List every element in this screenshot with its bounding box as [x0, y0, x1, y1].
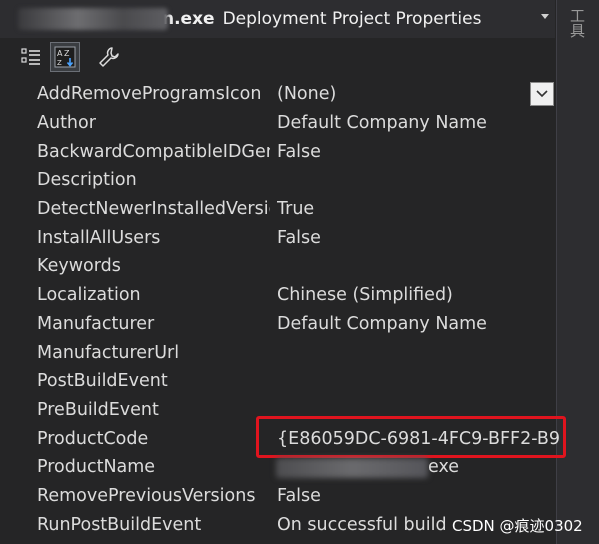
property-name: ProductName — [37, 457, 156, 478]
icon-dropdown-button[interactable] — [530, 82, 554, 106]
property-name: Keywords — [37, 256, 121, 277]
blurred-product-name — [276, 458, 428, 478]
property-name: Manufacturer — [37, 313, 155, 334]
product-name-suffix: exe — [428, 457, 460, 477]
property-name: BackwardCompatibleIDGeneration — [37, 141, 270, 162]
property-row[interactable]: Keywords — [30, 252, 558, 281]
property-row[interactable]: AddRemoveProgramsIcon (None) — [30, 80, 558, 109]
project-name-suffix: n.exe — [162, 9, 215, 29]
property-value[interactable]: False — [277, 228, 559, 248]
property-value[interactable]: Default Company Name — [277, 113, 559, 133]
svg-text:Z: Z — [57, 59, 62, 67]
categorized-button[interactable] — [16, 42, 46, 72]
property-name: InstallAllUsers — [37, 227, 161, 248]
property-name: Author — [37, 113, 96, 134]
csdn-watermark: CSDN @痕迹0302 — [452, 517, 583, 535]
product-code-highlight — [256, 416, 566, 458]
side-tool-label[interactable]: 工具 — [566, 8, 588, 38]
property-value[interactable]: Default Company Name — [277, 314, 559, 334]
property-name: Localization — [37, 285, 141, 306]
property-value[interactable]: True — [277, 199, 559, 219]
property-row[interactable]: Manufacturer Default Company Name — [30, 310, 558, 339]
property-value[interactable]: Chinese (Simplified) — [277, 285, 559, 305]
svg-text:Z: Z — [64, 49, 70, 58]
property-row[interactable]: PostBuildEvent — [30, 367, 558, 396]
properties-toolbar: A Z Z — [0, 38, 555, 78]
property-name: Description — [37, 170, 137, 191]
property-row[interactable]: Author Default Company Name — [30, 109, 558, 138]
property-value[interactable]: (None) — [277, 84, 559, 104]
alphabetical-button[interactable]: A Z Z — [50, 42, 80, 72]
property-row[interactable]: RemovePreviousVersions False — [30, 482, 558, 511]
property-row[interactable]: ManufacturerUrl — [30, 338, 558, 367]
panel-title: Deployment Project Properties — [222, 9, 482, 29]
alphabetical-icon: A Z Z — [54, 46, 76, 68]
property-name: AddRemoveProgramsIcon — [37, 84, 262, 105]
property-row[interactable]: Description — [30, 166, 558, 195]
property-row[interactable]: DetectNewerInstalledVersion True — [30, 195, 558, 224]
property-pages-button[interactable] — [94, 42, 124, 72]
property-name: ProductCode — [37, 428, 149, 449]
property-row[interactable]: InstallAllUsers False — [30, 223, 558, 252]
object-selector-dropdown-icon[interactable] — [541, 14, 549, 19]
property-name: RemovePreviousVersions — [37, 485, 256, 506]
side-tool-strip[interactable] — [556, 0, 599, 544]
property-name: PostBuildEvent — [37, 371, 168, 392]
property-name: DetectNewerInstalledVersion — [37, 199, 270, 220]
property-value[interactable]: False — [277, 486, 559, 506]
property-row[interactable]: BackwardCompatibleIDGeneration False — [30, 137, 558, 166]
categorized-icon — [21, 48, 40, 65]
property-name: ManufacturerUrl — [37, 342, 180, 363]
properties-title-bar: n.exe Deployment Project Properties — [0, 0, 555, 38]
property-name: PreBuildEvent — [37, 399, 159, 420]
wrench-icon — [99, 47, 119, 67]
chevron-down-icon — [536, 90, 548, 98]
blurred-project-name — [18, 8, 168, 30]
svg-text:A: A — [57, 49, 63, 58]
property-row[interactable]: Localization Chinese (Simplified) — [30, 281, 558, 310]
property-name: RunPostBuildEvent — [37, 514, 202, 535]
property-value[interactable]: False — [277, 142, 559, 162]
